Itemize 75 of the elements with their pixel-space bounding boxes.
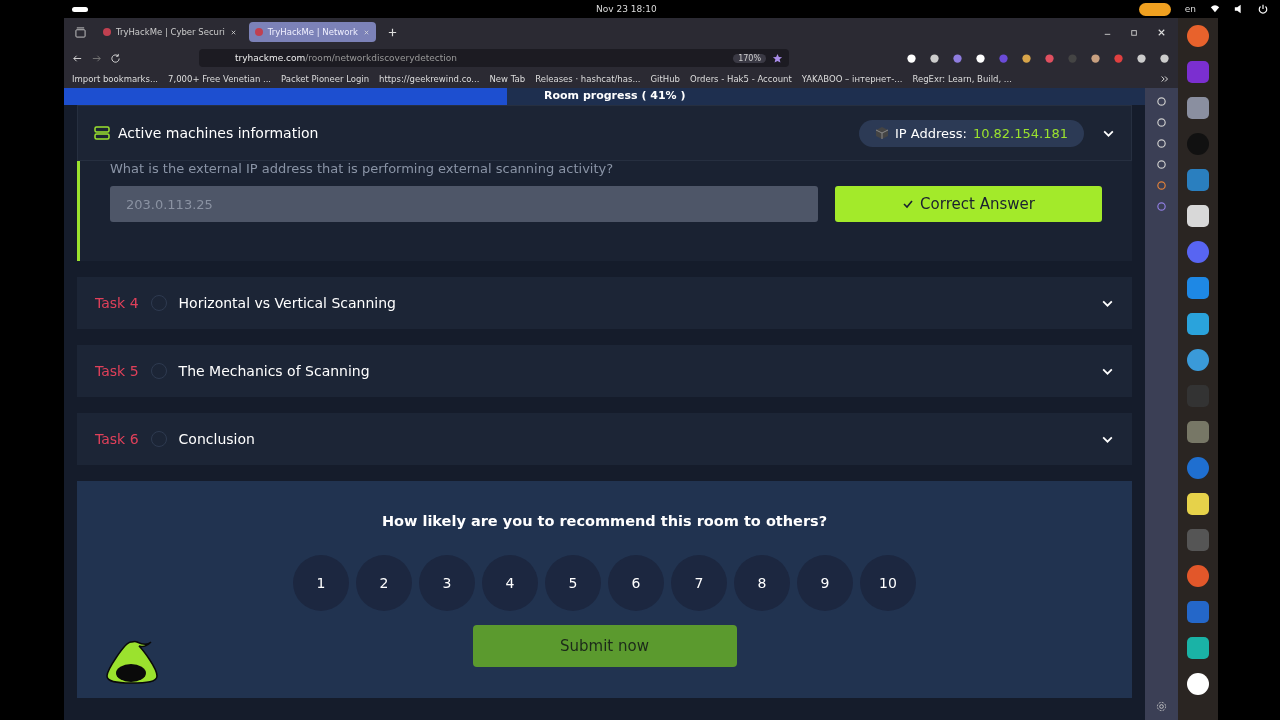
task-title: Conclusion — [178, 431, 255, 447]
rating-option[interactable]: 3 — [419, 555, 475, 611]
rating-option[interactable]: 1 — [293, 555, 349, 611]
more-bookmarks-icon[interactable] — [1160, 74, 1170, 84]
extension-icon[interactable] — [975, 52, 986, 64]
task-row[interactable]: Task 5 The Mechanics of Scanning — [77, 345, 1132, 397]
sidebar-icon[interactable] — [1156, 96, 1167, 107]
rating-option[interactable]: 8 — [734, 555, 790, 611]
bookmark[interactable]: New Tab — [489, 74, 526, 84]
sidebar-icon[interactable] — [1156, 159, 1167, 170]
rating-option[interactable]: 6 — [608, 555, 664, 611]
rating-option[interactable]: 7 — [671, 555, 727, 611]
task-row[interactable]: Task 4 Horizontal vs Vertical Scanning — [77, 277, 1132, 329]
favicon-icon — [103, 28, 111, 36]
bookmark[interactable]: Releases · hashcat/has... — [535, 74, 641, 84]
extension-icon[interactable] — [1136, 52, 1147, 64]
hooded-mascot-drawing — [103, 640, 159, 684]
rating-option[interactable]: 2 — [356, 555, 412, 611]
bookmark[interactable]: Packet Pioneer Login — [281, 74, 370, 84]
close-tab-icon[interactable] — [229, 28, 237, 36]
new-tab-icon[interactable] — [386, 26, 398, 38]
correct-answer-button[interactable]: Correct Answer — [835, 186, 1102, 222]
extension-icon[interactable] — [1090, 52, 1101, 64]
task-title: The Mechanics of Scanning — [178, 363, 370, 379]
extension-icon[interactable] — [906, 52, 917, 64]
question-text: What is the external IP address that is performing external scanning activity? — [110, 161, 615, 176]
task-number: Task 6 — [95, 431, 139, 447]
bookmark[interactable]: https://geekrewind.co... — [379, 74, 480, 84]
language-indicator[interactable]: en — [1184, 4, 1196, 14]
extension-icon[interactable] — [1159, 52, 1170, 64]
sidebar-icon[interactable] — [1156, 180, 1167, 191]
extension-icon[interactable] — [929, 52, 940, 64]
bookmark[interactable]: 7,000+ Free Venetian ... — [168, 74, 272, 84]
sidebar-icon[interactable] — [1156, 117, 1167, 128]
rating-option[interactable]: 9 — [797, 555, 853, 611]
browser-tab[interactable]: TryHackMe | Cyber Securi — [97, 22, 243, 42]
rating-option[interactable]: 10 — [860, 555, 916, 611]
dock-app-icon[interactable] — [1186, 672, 1210, 696]
extension-icon[interactable] — [1021, 52, 1032, 64]
dock-app-icon[interactable] — [1186, 204, 1210, 228]
rating-option[interactable]: 5 — [545, 555, 601, 611]
rating-option[interactable]: 4 — [482, 555, 538, 611]
machines-header[interactable]: Active machines information IP Address: 10.82.154.181 — [77, 105, 1132, 161]
sidebar-icon[interactable] — [1156, 201, 1167, 212]
tab-list-icon[interactable] — [75, 26, 86, 38]
wifi-icon[interactable] — [1210, 4, 1220, 14]
favicon-icon — [254, 28, 263, 36]
dock-app-icon[interactable] — [1186, 636, 1210, 660]
check-icon — [902, 198, 915, 210]
task-number: Task 4 — [95, 295, 139, 311]
clock[interactable]: Nov 23 18:10 — [596, 4, 657, 14]
reload-icon[interactable] — [110, 52, 121, 64]
bookmark[interactable]: RegExr: Learn, Build, ... — [912, 74, 1012, 84]
ip-value: 10.82.154.181 — [972, 125, 1068, 141]
task-title: Horizontal vs Vertical Scanning — [178, 295, 396, 311]
bookmark[interactable]: YAKABOO – інтернет-... — [801, 74, 903, 84]
task-row[interactable]: Task 6 Conclusion — [77, 413, 1132, 465]
ip-label: IP Address: — [894, 125, 967, 141]
settings-icon[interactable] — [1156, 701, 1167, 712]
sidebar-icon[interactable] — [1156, 138, 1167, 149]
server-icon — [94, 126, 110, 140]
submit-button[interactable]: Submit now — [472, 625, 737, 667]
power-icon[interactable] — [1258, 4, 1268, 14]
address-bar[interactable]: tryhackme.com/room/networkdiscoverydetection 170% — [199, 49, 789, 67]
feedback-question: How likely are you to recommend this room to others? — [381, 513, 828, 529]
cube-icon — [874, 126, 889, 140]
bookmark[interactable]: GitHub — [650, 74, 680, 84]
dock-app-icon[interactable] — [1186, 492, 1210, 516]
machines-title: Active machines information — [118, 125, 319, 141]
bookmark[interactable]: Import bookmarks... — [72, 74, 159, 84]
room-progress-label: Room progress ( 41% ) — [544, 89, 686, 102]
bookmark[interactable]: Orders - Hak5 - Account — [689, 74, 792, 84]
volume-icon[interactable] — [1234, 4, 1244, 14]
task-number: Task 5 — [95, 363, 139, 379]
bookmark-star-icon[interactable] — [772, 52, 783, 64]
